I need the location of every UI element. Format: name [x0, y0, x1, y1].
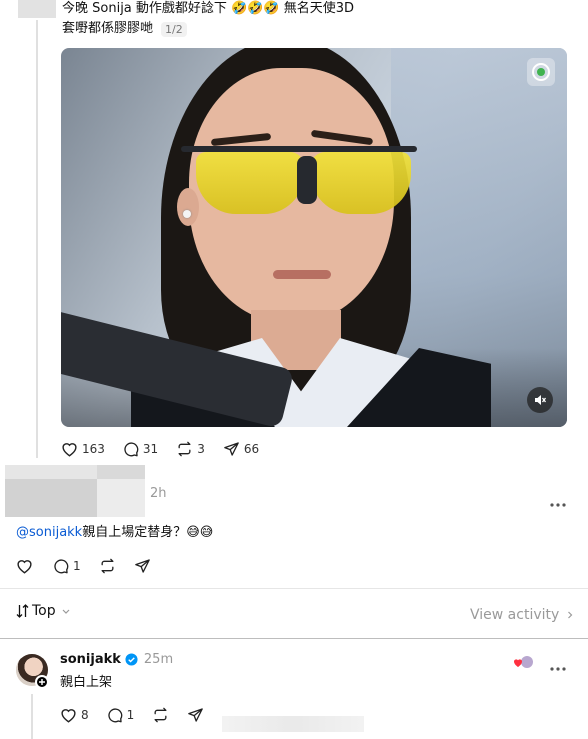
follow-plus-button[interactable]	[35, 675, 49, 689]
tv-logo-icon	[527, 58, 555, 86]
share-button[interactable]	[134, 558, 151, 574]
send-icon	[134, 559, 150, 573]
repost-button[interactable]: 3	[176, 441, 205, 457]
like-button[interactable]	[16, 558, 33, 574]
chevron-down-icon	[62, 609, 70, 614]
reply-actions: 1	[16, 558, 169, 574]
repost-button[interactable]	[99, 558, 116, 574]
glasses-lens-right	[311, 152, 411, 214]
like-count: 163	[82, 442, 105, 456]
chevron-right-icon	[568, 611, 573, 619]
more-icon	[550, 667, 566, 671]
earring	[183, 210, 191, 218]
repost-count: 3	[197, 442, 205, 456]
username[interactable]: sonijakk	[60, 652, 121, 667]
repost-button[interactable]	[152, 707, 169, 723]
reply-header: sonijakk 25m	[60, 652, 173, 667]
sort-icon	[16, 604, 29, 618]
media-counter: 1/2	[161, 21, 187, 37]
comment-count: 31	[142, 442, 159, 456]
share-button[interactable]	[187, 707, 204, 723]
send-icon	[188, 708, 204, 722]
send-icon	[223, 442, 239, 456]
more-options-button[interactable]	[549, 493, 567, 507]
reply-time: 25m	[143, 652, 174, 667]
share-button[interactable]: 66	[223, 441, 259, 457]
more-icon	[550, 503, 566, 507]
heart-icon	[17, 560, 32, 574]
heart-icon	[61, 709, 76, 723]
divider	[0, 588, 588, 589]
view-activity-label: View activity	[470, 607, 560, 623]
reply-author-redacted	[5, 465, 145, 517]
mention-link[interactable]: @sonijakk	[16, 525, 82, 540]
glasses-lens-left	[196, 152, 304, 214]
view-activity-link[interactable]: View activity	[470, 607, 575, 623]
verified-badge-icon	[125, 653, 138, 666]
author-avatar-redacted	[18, 0, 56, 18]
comment-icon	[108, 708, 122, 723]
reply-time: 2h	[150, 486, 167, 501]
more-options-button[interactable]	[549, 657, 567, 671]
comment-button[interactable]: 1	[53, 558, 81, 574]
thread-line	[31, 694, 33, 739]
mute-button[interactable]	[527, 387, 553, 413]
heart-icon	[62, 443, 77, 457]
watermark-redacted	[222, 716, 364, 732]
figure-mouth	[273, 270, 331, 279]
comment-icon	[124, 442, 139, 457]
repost-icon	[178, 441, 191, 457]
reply-text: @sonijakk親自上場定替身？😅😅	[16, 524, 213, 542]
sort-dropdown[interactable]: Top	[16, 603, 71, 619]
share-count: 66	[243, 442, 260, 456]
comment-icon	[54, 559, 69, 574]
comment-button[interactable]: 1	[107, 707, 135, 723]
reply-actions: 8 1	[60, 707, 222, 723]
post-actions: 163 31 3 66	[61, 441, 277, 457]
speaker-muted-icon	[535, 395, 547, 405]
glasses-nosepad	[297, 156, 317, 204]
repost-icon	[154, 707, 167, 723]
liked-by-author-icon	[513, 654, 535, 668]
reply-body: 親自上場定替身？😅😅	[82, 525, 214, 540]
comment-count: 1	[73, 559, 81, 573]
post-text-line2: 套嘢都係膠膠哋 1/2	[62, 20, 187, 38]
thread-line	[36, 20, 38, 458]
like-count: 8	[81, 708, 89, 722]
post-video[interactable]	[61, 48, 567, 427]
sort-label: Top	[32, 603, 56, 619]
post-text: 套嘢都係膠膠哋	[62, 21, 154, 36]
comment-button[interactable]: 31	[123, 441, 158, 457]
reply-body: 親白上架	[60, 675, 113, 690]
comment-count: 1	[126, 708, 135, 722]
like-button[interactable]: 163	[61, 441, 105, 457]
figure-ear	[177, 188, 199, 226]
repost-icon	[101, 558, 114, 574]
like-button[interactable]: 8	[60, 707, 89, 723]
plus-icon	[39, 679, 45, 685]
divider	[0, 638, 588, 639]
post-text-line1: 今晚 Sonija 動作戲都好諗下 🤣🤣🤣 無名天使3D	[62, 1, 355, 16]
